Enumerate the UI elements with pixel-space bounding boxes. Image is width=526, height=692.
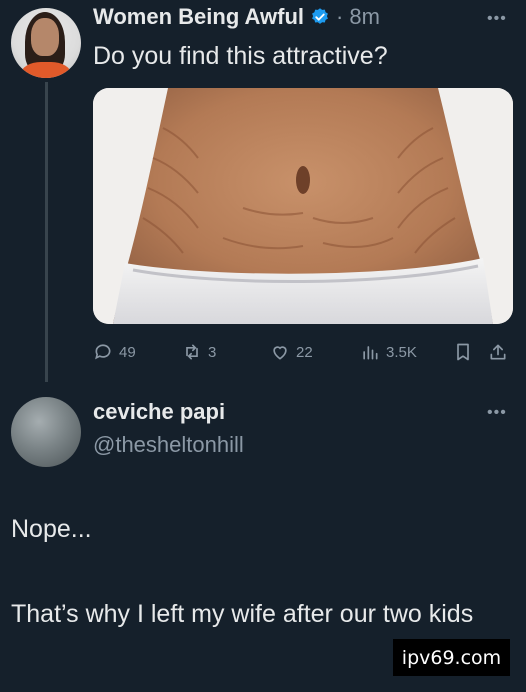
reply-text-line1: Nope... — [11, 515, 92, 543]
view-count: 3.5K — [386, 343, 417, 361]
repost-count: 3 — [208, 343, 217, 361]
share-icon — [490, 344, 506, 360]
watermark-box: ipv69.com — [393, 639, 510, 676]
avatar-face — [31, 18, 59, 56]
share-action[interactable] — [488, 342, 508, 362]
more-icon[interactable]: ••• — [487, 10, 507, 28]
views-action[interactable]: 3.5K — [360, 342, 417, 362]
reply-icon — [95, 344, 111, 360]
author-name[interactable]: Women Being Awful — [93, 4, 304, 30]
views-icon — [363, 346, 378, 360]
thread-line — [45, 82, 48, 382]
author-avatar[interactable] — [11, 8, 81, 78]
reply-author-name[interactable]: ceviche papi — [93, 399, 225, 425]
bookmark-action[interactable] — [453, 342, 473, 362]
post-image[interactable] — [93, 88, 513, 324]
reply-count: 49 — [119, 343, 136, 361]
bookmark-icon — [457, 343, 469, 361]
avatar-shirt — [21, 62, 71, 78]
heart-icon — [273, 346, 287, 360]
like-count: 22 — [296, 343, 313, 361]
reply-author-handle[interactable]: @thesheltonhill — [93, 432, 244, 458]
like-action[interactable]: 22 — [270, 342, 313, 362]
torso-photo — [93, 88, 513, 324]
post-time[interactable]: 8m — [349, 4, 380, 30]
more-icon[interactable]: ••• — [487, 404, 507, 422]
repost-icon — [186, 344, 198, 360]
dot-separator: · — [336, 4, 344, 29]
post-header: Women Being Awful · 8m — [93, 4, 380, 30]
reply-action[interactable]: 49 — [93, 342, 136, 362]
reply-author-avatar[interactable] — [11, 397, 81, 467]
reply-text-line2: That’s why I left my wife after our two … — [11, 600, 474, 628]
post-text: Do you find this attractive? — [93, 42, 388, 70]
verified-badge-icon — [312, 8, 328, 24]
watermark-text: ipv69.com — [401, 646, 502, 669]
repost-action[interactable]: 3 — [182, 342, 216, 362]
